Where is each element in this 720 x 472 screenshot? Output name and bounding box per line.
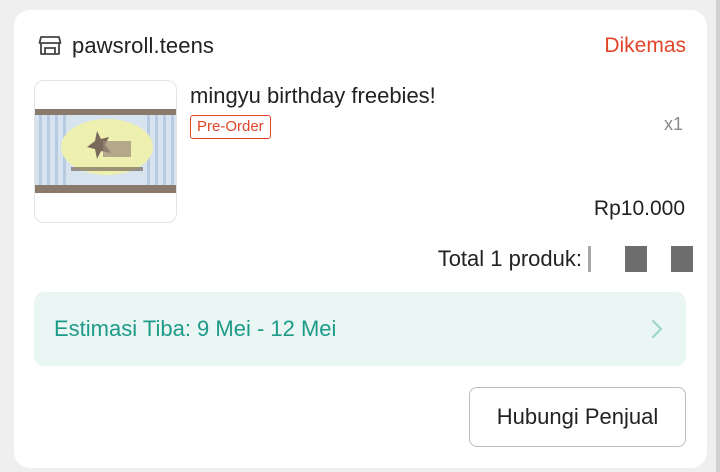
total-label: Total 1 produk: (437, 246, 582, 271)
contact-seller-button[interactable]: Hubungi Penjual (469, 387, 686, 447)
shop-header[interactable]: pawsroll.teens (38, 32, 214, 60)
chevron-right-icon (650, 318, 664, 340)
delivery-estimate-row[interactable]: Estimasi Tiba: 9 Mei - 12 Mei (34, 292, 686, 366)
redacted-block (625, 246, 647, 272)
order-status: Dikemas (604, 34, 686, 57)
redacted-block (671, 246, 693, 272)
scrollbar[interactable] (716, 0, 720, 472)
product-price: Rp10.000 (593, 197, 685, 220)
storefront-icon (38, 35, 62, 57)
redacted-block (588, 246, 591, 272)
order-total: Total 1 produk: (438, 244, 693, 274)
preorder-badge: Pre-Order (190, 115, 271, 139)
delivery-estimate-text: Estimasi Tiba: 9 Mei - 12 Mei (54, 316, 337, 341)
product-thumbnail[interactable] (34, 80, 177, 223)
shop-name[interactable]: pawsroll.teens (72, 33, 214, 59)
order-card: pawsroll.teens Dikemas mingyu birthday f… (14, 10, 707, 468)
product-title[interactable]: mingyu birthday freebies! (190, 83, 436, 109)
product-quantity: x1 (663, 114, 683, 134)
